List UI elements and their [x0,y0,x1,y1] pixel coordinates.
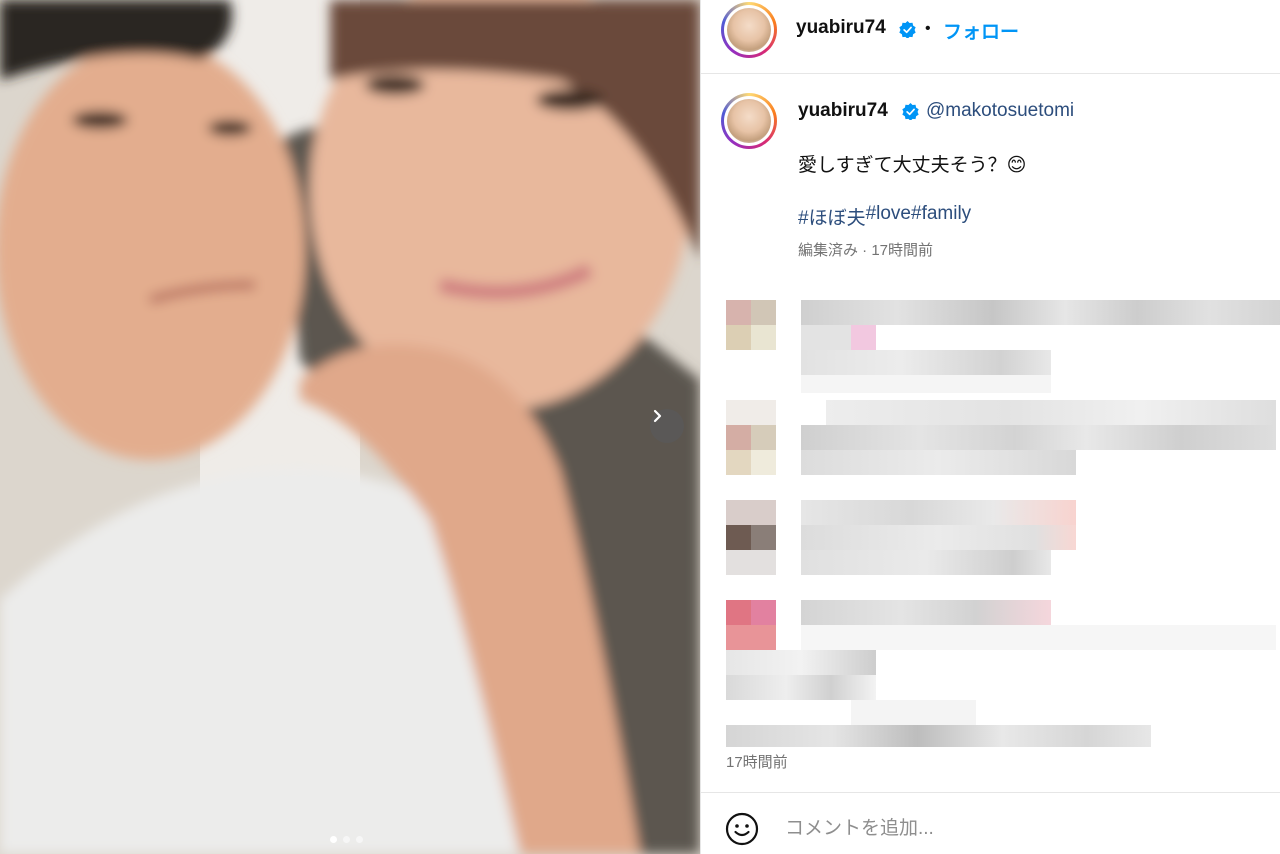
carousel-next-button[interactable] [650,409,684,443]
hashtag-link[interactable]: #ほぼ夫 [798,203,866,230]
verified-badge-icon [902,103,919,120]
carousel-indicator [330,836,363,843]
comments-timestamp: 17時間前 [726,754,788,771]
chevron-right-icon [653,409,662,423]
hashtag-list: #ほぼ夫 #love #family [798,203,971,230]
hashtag-link[interactable]: #love [866,203,911,230]
photo-illustration [0,0,700,854]
censored-comments [726,288,1280,748]
header-username[interactable]: yuabiru74 [796,17,886,39]
carousel-dot [343,836,350,843]
hashtag-link[interactable]: #family [911,203,971,230]
post-meta: 編集済み · 17時間前 [798,242,934,259]
mention-link[interactable]: @makotosuetomi [926,100,1074,122]
post-header: yuabiru74 • フォロー [701,0,1280,74]
caption-username[interactable]: yuabiru74 [798,100,888,122]
carousel-dot [330,836,337,843]
carousel-dot [356,836,363,843]
post-sidebar: yuabiru74 • フォロー yuabiru74 @makotosuetom… [700,0,1280,854]
smiley-face-icon[interactable] [725,812,759,846]
post-photo[interactable] [0,0,700,854]
follow-button[interactable]: フォロー [943,17,1019,44]
post-caption: 愛しすぎて大丈夫そう？😊 [798,155,1027,176]
caption-avatar[interactable] [721,93,777,149]
header-separator: • [925,20,931,37]
avatar[interactable] [721,2,777,58]
verified-badge-icon [899,21,916,38]
comment-input[interactable] [783,813,1247,845]
comment-bar [701,792,1280,854]
